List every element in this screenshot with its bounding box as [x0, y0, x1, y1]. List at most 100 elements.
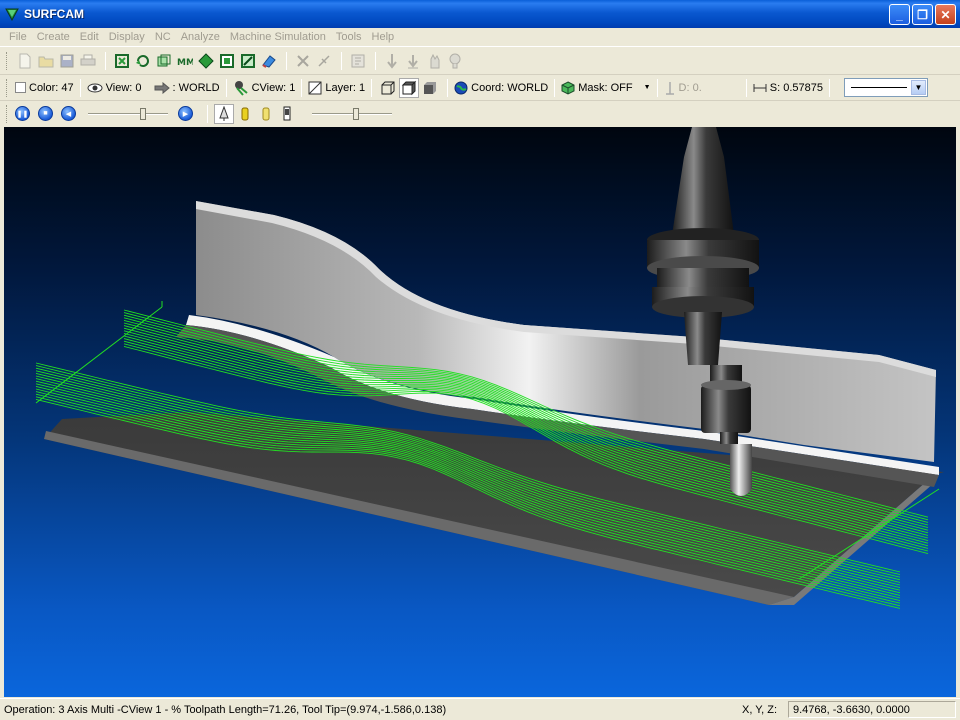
redraw-icon [241, 53, 255, 68]
view-name-selector[interactable]: : WORLD [154, 81, 220, 94]
menu-analyze[interactable]: Analyze [176, 31, 225, 43]
fit-view-button[interactable] [196, 51, 216, 71]
restore-button[interactable]: ❐ [912, 4, 933, 25]
show-tool-button[interactable] [214, 103, 234, 124]
coord-selector[interactable]: Coord: WORLD [454, 81, 548, 95]
print-icon [80, 54, 96, 65]
layer-icon [308, 81, 322, 94]
color-selector[interactable]: Color: 47 [15, 82, 74, 94]
close-icon: ✕ [940, 7, 951, 22]
line-style-sample [850, 87, 907, 88]
hidden-line-mode-button[interactable] [399, 77, 420, 98]
open-folder-icon [38, 56, 54, 67]
menu-tools[interactable]: Tools [331, 31, 367, 43]
rotate-view-button[interactable] [133, 51, 153, 71]
zoom-extents-button[interactable] [217, 51, 237, 71]
menu-edit[interactable]: Edit [75, 31, 104, 43]
cview-icon [234, 80, 248, 96]
menu-machine-simulation[interactable]: Machine Simulation [225, 31, 331, 43]
title-bar: SURFCAM _ ❐ ✕ [0, 0, 960, 28]
eye-icon [87, 83, 103, 92]
spacing-selector[interactable]: S: 0.57875 [753, 82, 823, 94]
menu-help[interactable]: Help [367, 31, 400, 43]
surfcam-app-icon[interactable] [5, 7, 19, 21]
layer-selector[interactable]: Layer: 1 [308, 81, 365, 95]
menu-create[interactable]: Create [32, 31, 75, 43]
pan-view-button[interactable] [154, 51, 174, 71]
toolbar-separator [745, 78, 747, 97]
shaded-mode-button[interactable] [420, 78, 440, 98]
graphics-viewport[interactable] [4, 127, 956, 697]
depth-selector[interactable]: D: 0. [664, 81, 702, 95]
toolbar-separator [371, 78, 373, 97]
coord-label: Coord: WORLD [471, 81, 549, 94]
fit-view-icon [198, 52, 214, 69]
menu-file[interactable]: File [4, 31, 32, 43]
mask-button[interactable] [445, 51, 465, 71]
zoom-in-button[interactable]: MM [175, 51, 195, 71]
minimize-button[interactable]: _ [889, 4, 910, 25]
depth-icon [665, 81, 674, 95]
slider-thumb[interactable] [140, 107, 146, 120]
tool-down-button[interactable] [382, 51, 402, 71]
color-swatch-icon [15, 82, 26, 93]
tool-size-slider[interactable] [312, 106, 392, 122]
status-bar: Operation: 3 Axis Multi -CView 1 - % Too… [0, 698, 960, 720]
wireframe-cube-icon [381, 81, 395, 94]
view-label: View: 0 [105, 81, 142, 94]
stop-button[interactable]: ■ [38, 106, 53, 121]
close-button[interactable]: ✕ [935, 4, 956, 25]
minimize-icon: _ [896, 7, 903, 22]
save-button[interactable] [57, 51, 77, 71]
toolbar-grip[interactable] [6, 51, 9, 70]
cview-label: CView: 1 [251, 81, 296, 94]
depth-label: D: 0. [678, 81, 702, 94]
mask-label: Mask: OFF [578, 81, 633, 94]
status-coordinates: 9.4768, -3.6630, 0.0000 [788, 701, 956, 718]
line-style-dropdown[interactable]: ▼ [843, 78, 928, 97]
redraw-button[interactable] [238, 51, 258, 71]
slider-track [312, 112, 392, 115]
slider-thumb[interactable] [353, 107, 359, 120]
pause-button[interactable]: ❚❚ [15, 106, 30, 121]
arrow-right-icon [154, 81, 170, 94]
menu-nc[interactable]: NC [150, 31, 176, 43]
open-file-button[interactable] [36, 51, 56, 71]
show-shank-button[interactable] [277, 104, 297, 124]
pan-view-icon [157, 54, 171, 66]
simulation-toolbar: ❚❚ ■ ◀ ▶ [0, 100, 960, 126]
rotate-view-icon [136, 54, 149, 67]
hand-button[interactable] [424, 51, 444, 71]
mask-dropdown-arrow-icon[interactable]: ▼ [644, 84, 651, 91]
model-scene [35, 127, 944, 609]
step-down-button[interactable] [403, 51, 423, 71]
cview-selector[interactable]: CView: 1 [233, 80, 296, 96]
properties-button[interactable] [348, 51, 368, 71]
simulation-speed-slider[interactable] [88, 106, 168, 122]
stock-cylinder-icon [262, 107, 270, 120]
trim-button[interactable] [314, 51, 334, 71]
toolbar-separator [301, 78, 303, 97]
dropdown-arrow-icon[interactable]: ▼ [910, 80, 926, 95]
erase-button[interactable] [259, 51, 279, 71]
print-button[interactable] [78, 51, 98, 71]
svg-text:MM: MM [177, 58, 193, 68]
show-stock-button[interactable] [256, 104, 276, 124]
toolbar-separator [207, 104, 208, 123]
toolbar-grip[interactable] [6, 78, 9, 97]
delete-button[interactable] [293, 51, 313, 71]
menu-display[interactable]: Display [104, 31, 150, 43]
new-file-button[interactable] [15, 51, 35, 71]
mask-selector[interactable]: Mask: OFF ▼ [561, 80, 651, 95]
globe-icon [454, 81, 468, 94]
step-forward-button[interactable]: ▶ [178, 106, 193, 121]
view-selector[interactable]: View: 0 [87, 82, 142, 94]
rewind-button[interactable]: ◀ [61, 106, 76, 121]
toolbar-separator [225, 78, 227, 97]
zoom-window-button[interactable] [112, 51, 132, 71]
tool-cone-icon [219, 105, 229, 121]
toolbar-grip[interactable] [6, 104, 9, 123]
show-holder-button[interactable] [235, 104, 255, 124]
wireframe-mode-button[interactable] [378, 78, 398, 98]
toolbar-separator [828, 78, 830, 97]
